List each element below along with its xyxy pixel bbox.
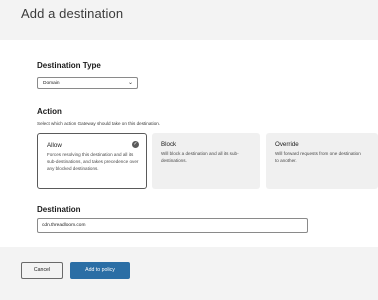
check-circle-icon: ✓ <box>132 141 139 148</box>
action-option-name: Block <box>161 141 177 148</box>
destination-input[interactable]: cdn.threadloom.com <box>37 218 308 233</box>
chevron-down-icon: ⌄ <box>127 80 133 86</box>
action-option-name: Override <box>275 141 299 148</box>
action-option-description: Will block a destination and all its sub… <box>161 151 239 164</box>
add-to-policy-button[interactable]: Add to policy <box>70 262 130 279</box>
action-option-description: Forces resolving this destination and al… <box>47 152 139 172</box>
action-description: Select which action Gateway should take … <box>37 121 161 126</box>
destination-type-heading: Destination Type <box>37 61 101 70</box>
page-header: Add a destination <box>0 0 378 40</box>
action-option-block[interactable]: Block Will block a destination and all i… <box>152 133 260 189</box>
destination-input-value: cdn.threadloom.com <box>42 223 86 228</box>
action-option-description: Will forward requests from one destinati… <box>275 151 361 164</box>
action-option-name: Allow <box>47 142 62 149</box>
page-title: Add a destination <box>21 6 124 21</box>
destination-type-select[interactable]: Domain ⌄ <box>37 77 138 89</box>
destination-heading: Destination <box>37 205 81 214</box>
destination-type-value: Domain <box>43 80 60 86</box>
cancel-button[interactable]: Cancel <box>21 262 63 279</box>
action-option-override[interactable]: Override Will forward requests from one … <box>266 133 378 189</box>
action-option-allow[interactable]: Allow ✓ Forces resolving this destinatio… <box>37 133 147 189</box>
action-heading: Action <box>37 107 62 116</box>
